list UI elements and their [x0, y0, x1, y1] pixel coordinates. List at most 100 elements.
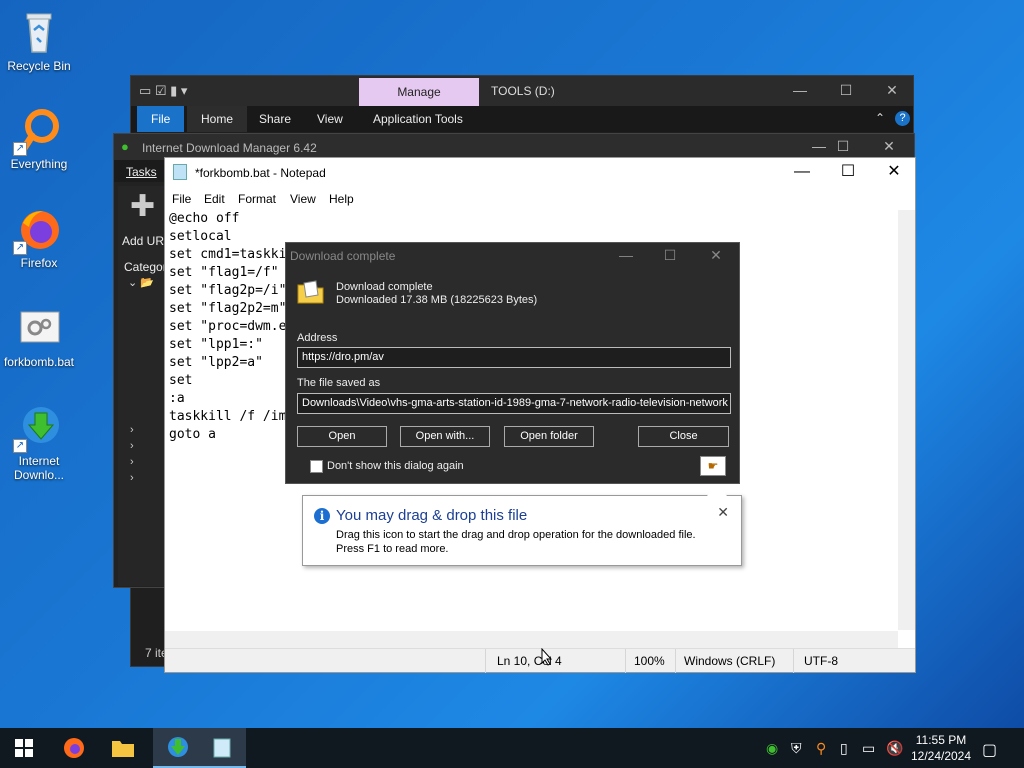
tray-volume-muted-icon[interactable]: 🔇 — [886, 740, 903, 757]
ribbon-application-tools-tab[interactable]: Application Tools — [359, 106, 477, 132]
batch-file-icon — [15, 304, 63, 352]
add-url-label[interactable]: Add UR — [122, 234, 164, 248]
tray-idm-icon[interactable]: ◉ — [766, 740, 778, 757]
tooltip-arrow — [707, 484, 727, 496]
desktop-icon-label: Firefox — [20, 256, 58, 270]
explorer-title: TOOLS (D:) — [491, 84, 555, 98]
tooltip-close-icon[interactable]: ✕ — [717, 504, 729, 521]
drag-drop-hand-icon[interactable]: ☛ — [700, 456, 726, 476]
ribbon-file-tab[interactable]: File — [137, 106, 185, 132]
menu-file[interactable]: File — [172, 192, 191, 206]
ribbon-view-tab[interactable]: View — [303, 106, 357, 132]
folder-icon — [296, 277, 326, 310]
close-button[interactable]: ✕ — [871, 158, 917, 188]
minimize-button[interactable]: — — [604, 243, 648, 269]
category-list-icons[interactable]: › › › › — [130, 422, 134, 486]
collapse-ribbon-icon[interactable]: ⌃ — [875, 111, 885, 125]
idm-left-panel: ✚ Add UR Categor ⌄ 📂 › › › › — [118, 186, 167, 586]
desktop-icon-label: forkbomb.bat — [3, 355, 75, 369]
notepad-titlebar[interactable]: *forkbomb.bat - Notepad — ☐ ✕ — [165, 158, 915, 188]
vertical-scrollbar[interactable] — [898, 210, 915, 630]
maximize-button[interactable]: ☐ — [648, 243, 692, 269]
shortcut-arrow-icon: ↗ — [13, 142, 27, 156]
tooltip-title: You may drag & drop this file — [336, 507, 528, 524]
tray-network-icon[interactable]: ▭ — [862, 740, 875, 757]
taskbar-notepad-icon[interactable] — [198, 728, 246, 768]
open-folder-button[interactable]: Open folder — [504, 426, 594, 447]
dont-show-again-checkbox[interactable] — [310, 460, 323, 473]
notepad-menubar: File Edit Format View Help — [165, 188, 915, 210]
ribbon-share-tab[interactable]: Share — [245, 106, 305, 132]
text-line: @echo off — [169, 211, 240, 226]
ribbon-home-tab[interactable]: Home — [187, 106, 248, 132]
categories-label: Categor — [124, 260, 167, 274]
dont-show-again-label: Don't show this dialog again — [327, 460, 464, 472]
tooltip-line: Press F1 to read more. — [336, 543, 449, 555]
idm-app-icon: ● — [121, 139, 129, 154]
menu-edit[interactable]: Edit — [204, 192, 225, 206]
tray-security-shield-icon[interactable]: ⛨ — [791, 740, 802, 757]
desktop-icon-everything[interactable]: ↗ Everything — [0, 106, 78, 171]
close-button[interactable]: ✕ — [694, 243, 738, 269]
start-button[interactable] — [0, 728, 48, 768]
address-label: Address — [297, 332, 338, 344]
tray-usb-icon[interactable]: ▯ — [840, 740, 848, 757]
taskbar-file-explorer-icon[interactable] — [99, 728, 147, 768]
desktop-icon-label: Recycle Bin — [7, 59, 71, 73]
close-dialog-button[interactable]: Close — [638, 426, 729, 447]
shortcut-arrow-icon: ↗ — [13, 439, 27, 453]
clock-date: 12/24/2024 — [910, 749, 972, 763]
line-ending: Windows (CRLF) — [684, 654, 776, 668]
menu-help[interactable]: Help — [329, 192, 354, 206]
open-button[interactable]: Open — [297, 426, 387, 447]
menu-view[interactable]: View — [290, 192, 316, 206]
minimize-button[interactable]: — — [779, 158, 825, 188]
explorer-titlebar[interactable]: ▭ ☑ ▮ ▾ Manage TOOLS (D:) — ☐ ✕ — [131, 76, 913, 106]
desktop-icon-label: Internet Downlo... — [13, 454, 65, 482]
desktop-icon-forkbomb[interactable]: forkbomb.bat — [0, 304, 78, 369]
encoding: UTF-8 — [804, 654, 838, 668]
idm-icon: ↗ — [13, 403, 63, 453]
notepad-title: *forkbomb.bat - Notepad — [195, 166, 326, 180]
notification-center-icon[interactable]: ▢ — [982, 740, 997, 760]
address-field[interactable]: https://dro.pm/av — [297, 347, 731, 368]
open-with-button[interactable]: Open with... — [400, 426, 490, 447]
add-url-icon[interactable]: ✚ — [130, 192, 155, 222]
taskbar-clock[interactable]: 11:55 PM 12/24/2024 — [906, 732, 976, 764]
menu-format[interactable]: Format — [238, 192, 276, 206]
saved-as-label: The file saved as — [297, 377, 381, 389]
idm-title: Internet Download Manager 6.42 — [142, 141, 317, 155]
download-complete-dialog[interactable]: Download complete — ☐ ✕ Download complet… — [285, 242, 740, 484]
desktop-icon-recycle-bin[interactable]: Recycle Bin — [0, 8, 78, 73]
clock-time: 11:55 PM — [915, 733, 967, 747]
tooltip-body: Drag this icon to start the drag and dro… — [336, 528, 696, 556]
desktop-icon-firefox[interactable]: ↗ Firefox — [0, 205, 78, 270]
everything-search-icon: ↗ — [13, 106, 63, 156]
dialog-titlebar[interactable]: Download complete — ☐ ✕ — [286, 243, 739, 269]
maximize-button[interactable]: ☐ — [825, 158, 871, 188]
tray-everything-icon[interactable]: ⚲ — [816, 740, 826, 757]
category-folder-icon[interactable]: ⌄ 📂 — [128, 276, 154, 289]
zoom-level: 100% — [634, 654, 665, 668]
recycle-bin-icon — [15, 8, 63, 56]
taskbar: ◉ ⛨ ⚲ ▯ ▭ 🔇 11:55 PM 12/24/2024 ▢ — [0, 728, 1024, 768]
horizontal-scrollbar[interactable] — [165, 631, 898, 648]
taskbar-idm-icon[interactable] — [153, 728, 201, 768]
maximize-button[interactable]: ☐ — [823, 76, 869, 106]
drag-drop-tooltip: i You may drag & drop this file Drag thi… — [302, 484, 742, 566]
dialog-heading: Download complete — [336, 281, 433, 293]
info-icon: i — [314, 508, 330, 524]
firefox-icon: ↗ — [13, 205, 63, 255]
menu-tasks[interactable]: Tasks — [126, 165, 157, 179]
downloaded-size: Downloaded 17.38 MB (18225623 Bytes) — [336, 294, 538, 306]
taskbar-firefox-icon[interactable] — [50, 728, 98, 768]
help-icon[interactable]: ? — [895, 111, 910, 126]
desktop-icon-label: Everything — [10, 157, 68, 171]
minimize-button[interactable]: — — [777, 76, 823, 106]
notepad-app-icon — [173, 164, 187, 180]
desktop-icon-idm[interactable]: ↗ Internet Downlo... — [0, 403, 78, 482]
manage-tab[interactable]: Manage — [359, 78, 479, 106]
quick-access-toolbar-icons[interactable]: ▭ ☑ ▮ ▾ — [139, 83, 187, 99]
saved-path-field[interactable]: Downloads\Video\vhs-gma-arts-station-id-… — [297, 393, 731, 414]
close-button[interactable]: ✕ — [869, 76, 915, 106]
